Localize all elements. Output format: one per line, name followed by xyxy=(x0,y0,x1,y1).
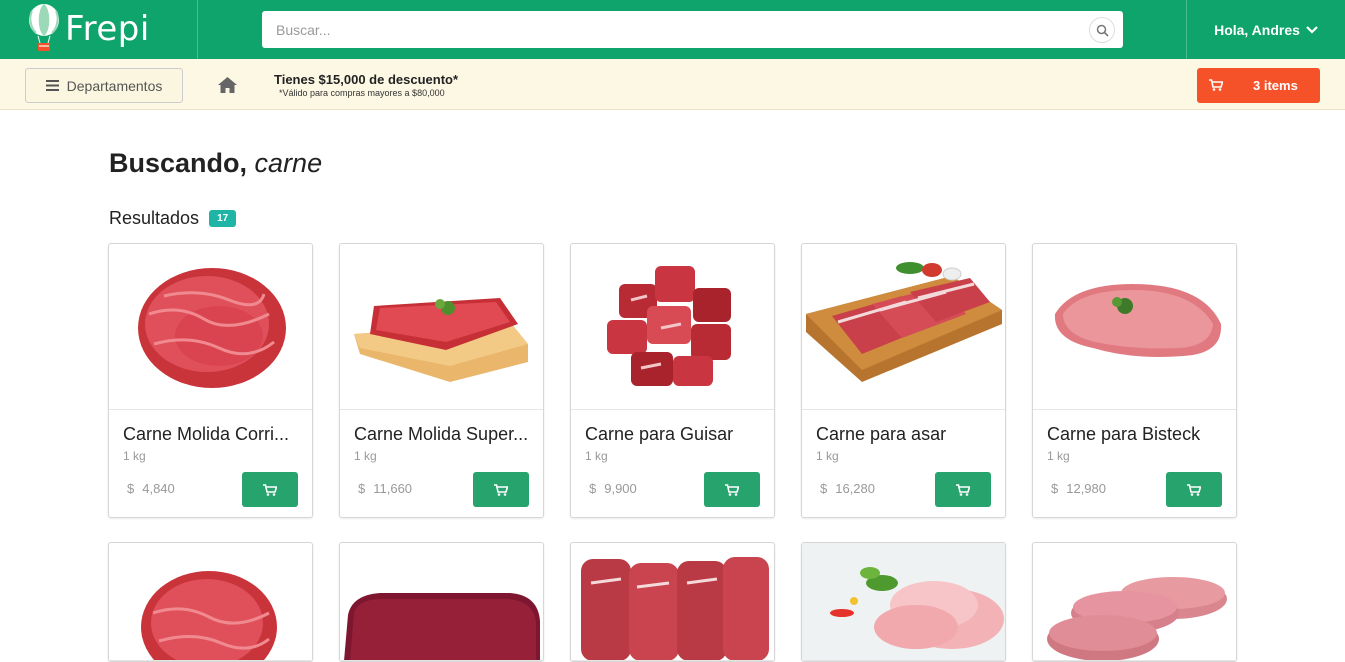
cart-icon xyxy=(956,483,970,496)
search-bar xyxy=(262,11,1123,48)
home-icon[interactable] xyxy=(218,77,237,98)
cart-icon xyxy=(1187,483,1201,496)
product-card[interactable] xyxy=(570,542,775,662)
results-count-badge: 17 xyxy=(209,210,237,227)
product-card[interactable]: Carne para Guisar 1 kg $9,900 xyxy=(570,243,775,518)
add-to-cart-button[interactable] xyxy=(935,472,991,507)
product-price: $9,900 xyxy=(589,481,637,496)
product-card[interactable] xyxy=(1032,542,1237,662)
product-card[interactable]: Carne Molida Corri... 1 kg $4,840 xyxy=(108,243,313,518)
product-image-beef-cut[interactable] xyxy=(340,543,543,661)
search-input[interactable] xyxy=(262,11,1082,48)
product-card[interactable] xyxy=(339,542,544,662)
currency-symbol: $ xyxy=(820,481,828,496)
product-price: $11,660 xyxy=(358,481,412,496)
price-value: 16,280 xyxy=(835,481,875,496)
product-name[interactable]: Carne Molida Super... xyxy=(354,424,534,445)
product-unit: 1 kg xyxy=(1047,449,1070,463)
add-to-cart-button[interactable] xyxy=(473,472,529,507)
logo-text: Frepi xyxy=(65,9,150,49)
product-unit: 1 kg xyxy=(585,449,608,463)
product-name[interactable]: Carne Molida Corri... xyxy=(123,424,303,445)
product-unit: 1 kg xyxy=(816,449,839,463)
balloon-icon xyxy=(29,4,59,51)
currency-symbol: $ xyxy=(1051,481,1059,496)
product-card[interactable]: Carne Molida Super... 1 kg $11,660 xyxy=(339,243,544,518)
currency-symbol: $ xyxy=(358,481,366,496)
product-name[interactable]: Carne para asar xyxy=(816,424,996,445)
discount-note: *Válido para compras mayores a $80,000 xyxy=(279,88,445,98)
promo-bar: Departamentos Tienes $15,000 de descuent… xyxy=(0,59,1345,110)
cart-icon xyxy=(1209,79,1224,94)
menu-icon xyxy=(45,80,59,91)
cart-button[interactable]: 3 items xyxy=(1197,68,1320,103)
cart-icon xyxy=(263,483,277,496)
search-icon xyxy=(1096,24,1109,37)
product-image-ground-beef[interactable] xyxy=(109,244,312,410)
results-label: Resultados xyxy=(109,208,200,228)
product-image-ham[interactable] xyxy=(802,543,1005,661)
product-card[interactable] xyxy=(108,542,313,662)
product-unit: 1 kg xyxy=(123,449,146,463)
title-prefix: Buscando, xyxy=(109,148,248,178)
discount-info: Tienes $15,000 de descuento* *Válido par… xyxy=(274,72,458,98)
top-bar: Frepi Hola, Andres xyxy=(0,0,1345,59)
product-price: $12,980 xyxy=(1051,481,1106,496)
product-image-burger-patties[interactable] xyxy=(1033,543,1236,661)
price-value: 12,980 xyxy=(1066,481,1106,496)
departments-label: Departamentos xyxy=(66,77,163,94)
price-value: 4,840 xyxy=(142,481,175,496)
page-title: Buscando, carne xyxy=(109,148,322,179)
product-image-steak[interactable] xyxy=(1033,244,1236,410)
discount-title: Tienes $15,000 de descuento* xyxy=(274,72,459,87)
search-button[interactable] xyxy=(1089,17,1115,43)
product-price: $16,280 xyxy=(820,481,875,496)
cart-count: 3 items xyxy=(1253,78,1298,93)
price-value: 9,900 xyxy=(604,481,637,496)
price-value: 11,660 xyxy=(373,481,413,496)
add-to-cart-button[interactable] xyxy=(242,472,298,507)
add-to-cart-button[interactable] xyxy=(704,472,760,507)
add-to-cart-button[interactable] xyxy=(1166,472,1222,507)
product-image-premium-ground-beef[interactable] xyxy=(340,244,543,410)
logo[interactable]: Frepi xyxy=(0,0,198,59)
search-query: carne xyxy=(254,148,323,178)
chevron-down-icon xyxy=(1306,25,1318,34)
currency-symbol: $ xyxy=(127,481,135,496)
product-image-stew-beef[interactable] xyxy=(571,244,774,410)
product-price: $4,840 xyxy=(127,481,175,496)
currency-symbol: $ xyxy=(589,481,597,496)
product-name[interactable]: Carne para Guisar xyxy=(585,424,765,445)
cart-icon xyxy=(725,483,739,496)
product-name[interactable]: Carne para Bisteck xyxy=(1047,424,1227,445)
user-greeting: Hola, Andres xyxy=(1214,21,1300,38)
user-menu[interactable]: Hola, Andres xyxy=(1186,0,1345,59)
product-card[interactable]: Carne para Bisteck 1 kg $12,980 xyxy=(1032,243,1237,518)
product-image-grilling-beef[interactable] xyxy=(802,244,1005,410)
departments-button[interactable]: Departamentos xyxy=(25,68,183,103)
product-image-ground-beef[interactable] xyxy=(109,543,312,661)
product-card[interactable] xyxy=(801,542,1006,662)
cart-icon xyxy=(494,483,508,496)
product-image-beef-slices[interactable] xyxy=(571,543,774,661)
product-unit: 1 kg xyxy=(354,449,377,463)
product-card[interactable]: Carne para asar 1 kg $16,280 xyxy=(801,243,1006,518)
results-header: Resultados 17 xyxy=(109,208,237,229)
